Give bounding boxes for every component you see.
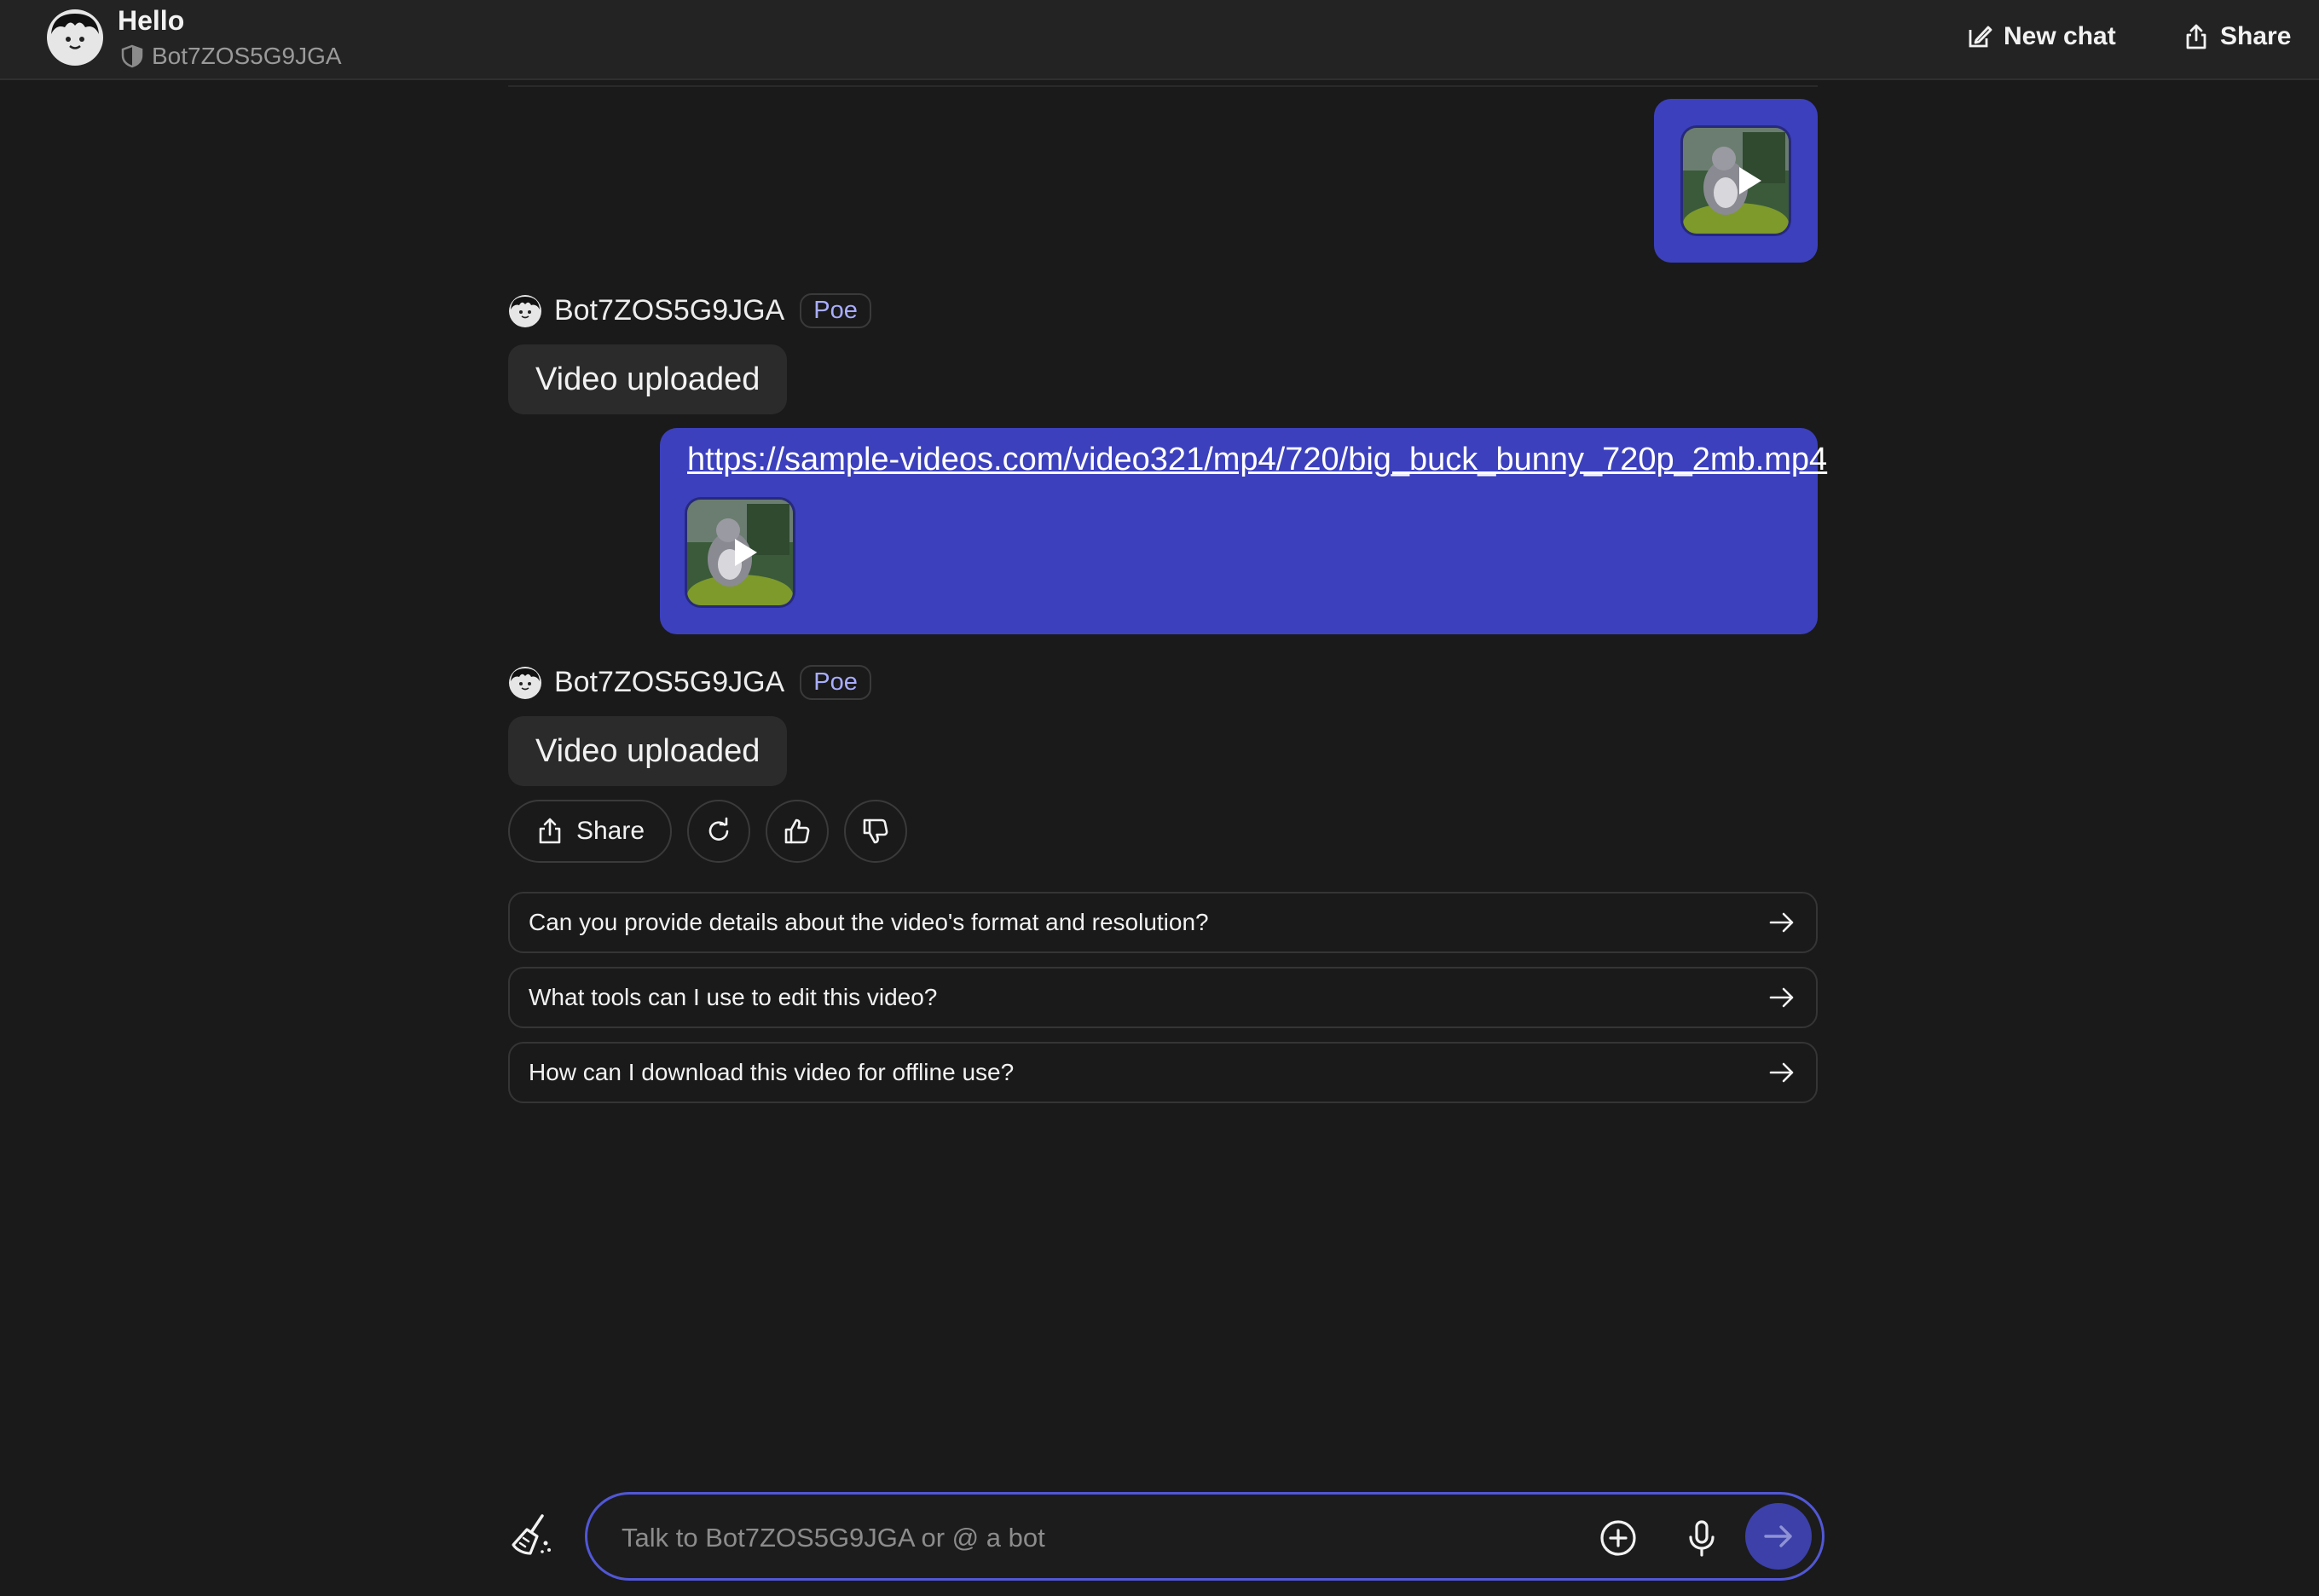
bot-name[interactable]: Bot7ZOS5G9JGA [554,294,784,327]
suggested-reply-text: Can you provide details about the video'… [529,909,1209,935]
share-message-label: Share [575,817,645,845]
suggested-reply[interactable]: What tools can I use to edit this video? [508,967,1818,1028]
edit-icon [1969,26,1992,48]
bot-name-label: Bot7ZOS5G9JGA [152,43,342,69]
share-message-button[interactable]: Share [508,800,672,863]
share-header-label: Share [2220,22,2292,50]
suggested-reply-text: How can I download this video for offlin… [529,1059,1015,1085]
microphone-icon [1689,1520,1715,1557]
clear-context-button[interactable] [508,1512,556,1560]
bot-subtitle[interactable]: Bot7ZOS5G9JGA [121,43,342,70]
new-chat-label: New chat [2004,22,2116,50]
bot-message-bubble: Video uploaded [508,344,788,414]
thumbs-up-icon [784,818,810,844]
refresh-icon [708,817,729,841]
arrow-right-icon [1769,987,1794,1008]
video-link[interactable]: https://sample-videos.com/video321/mp4/7… [687,442,1827,478]
share-icon [2186,24,2206,49]
arrow-right-icon [1769,1062,1794,1083]
shield-icon [121,44,143,68]
bot-avatar[interactable] [46,9,104,66]
video-thumbnail[interactable] [1683,128,1789,234]
bot-avatar-icon[interactable] [508,666,542,700]
broom-icon [512,1514,551,1555]
send-arrow-icon [1764,1525,1792,1547]
plus-circle-icon [1600,1520,1636,1556]
poe-badge: Poe [800,293,871,328]
bot-message-header: Bot7ZOS5G9JGA Poe [508,293,871,328]
chat-header: Hello Bot7ZOS5G9JGA New chat Share [0,0,2319,80]
user-link-message: https://sample-videos.com/video321/mp4/7… [660,428,1827,634]
suggested-reply[interactable]: Can you provide details about the video'… [508,892,1818,953]
suggested-reply-text: What tools can I use to edit this video? [529,984,938,1010]
share-icon [539,818,561,844]
voice-input-button[interactable] [1680,1517,1723,1559]
bot-avatar-icon[interactable] [508,294,542,328]
message-composer [585,1492,1825,1581]
arrow-right-icon [1769,912,1794,933]
new-chat-button[interactable]: New chat [1966,22,2116,51]
video-thumbnail[interactable] [687,500,793,605]
send-button[interactable] [1745,1503,1812,1570]
bot-name[interactable]: Bot7ZOS5G9JGA [554,666,784,699]
poe-badge: Poe [800,665,871,700]
chat-title: Hello [118,5,185,36]
like-button[interactable] [766,800,829,863]
message-input[interactable] [620,1515,1527,1561]
attach-button[interactable] [1597,1517,1639,1559]
bot-message-bubble: Video uploaded [508,716,788,786]
previous-message-edge [508,80,1818,87]
suggested-reply[interactable]: How can I download this video for offlin… [508,1042,1818,1103]
dislike-button[interactable] [844,800,907,863]
thumbs-down-icon [863,818,888,844]
retry-button[interactable] [687,800,750,863]
bot-message-header: Bot7ZOS5G9JGA Poe [508,665,871,700]
user-video-message [1654,99,1818,263]
share-header-button[interactable]: Share [2183,22,2291,51]
